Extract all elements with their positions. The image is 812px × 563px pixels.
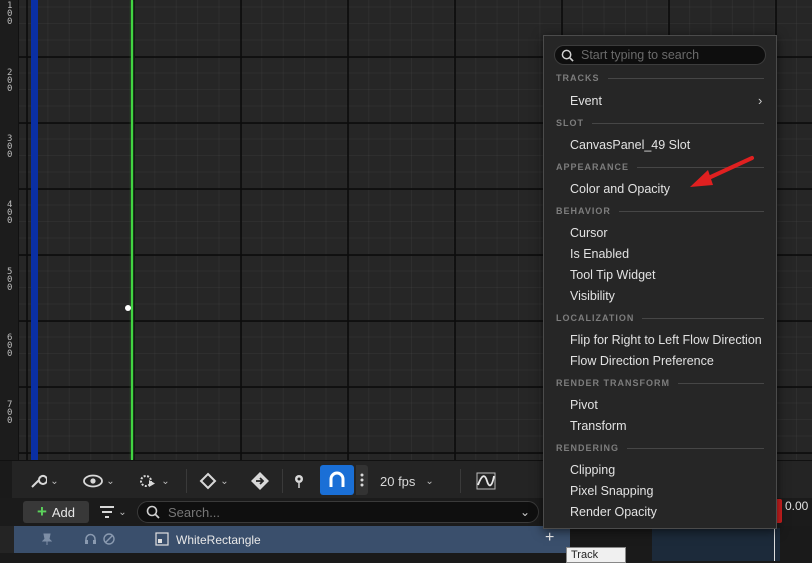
curve-editor-icon[interactable]: [472, 467, 500, 495]
menu-item-cursor[interactable]: Cursor: [570, 226, 608, 240]
key-arrow-icon[interactable]: [246, 467, 274, 495]
add-button-label: Add: [51, 504, 76, 520]
menu-section-behavior: BEHAVIOR: [556, 206, 764, 216]
menu-search-placeholder: Start typing to search: [581, 48, 700, 62]
add-track-menu: Start typing to search TRACKS Event › SL…: [543, 35, 777, 529]
menu-section-render-transform: RENDER TRANSFORM: [556, 378, 764, 388]
curve-key-point[interactable]: [125, 305, 131, 311]
wrench-icon[interactable]: ⌄: [24, 467, 64, 495]
menu-section-slot: SLOT: [556, 118, 764, 128]
headphones-icon[interactable]: [84, 533, 97, 548]
menu-search-input[interactable]: Start typing to search: [554, 45, 766, 65]
current-time: 0.00: [785, 499, 809, 513]
section-title: SLOT: [556, 118, 584, 128]
add-track-key-icon[interactable]: +: [545, 529, 554, 547]
menu-item-color-and-opacity[interactable]: Color and Opacity: [570, 182, 670, 196]
track-name: WhiteRectangle: [176, 533, 261, 547]
menu-section-tracks: TRACKS: [556, 73, 764, 83]
section-title: BEHAVIOR: [556, 206, 611, 216]
menu-item-canvaspanel-slot[interactable]: CanvasPanel_49 Slot: [570, 138, 690, 152]
track-search-input[interactable]: Search... ⌄: [137, 501, 539, 523]
fps-dropdown[interactable]: 20 fps ⌄: [380, 467, 444, 495]
playback-start-line[interactable]: [131, 0, 133, 460]
chevron-right-icon: ›: [758, 93, 763, 108]
section-title: RENDER TRANSFORM: [556, 378, 670, 388]
ruler-tick: 2 0 0: [7, 68, 13, 94]
toolbar-divider: [282, 469, 283, 493]
vertical-ruler: 1 0 0 2 0 0 3 0 0 4 0 0 5 0 0 6 0 0 7 0 …: [0, 0, 19, 460]
ruler-tick: 3 0 0: [7, 134, 13, 160]
disable-icon[interactable]: [103, 533, 115, 548]
ruler-tick: 7 0 0: [7, 400, 13, 426]
widget-icon: [155, 532, 169, 549]
menu-item-pixel-snapping[interactable]: Pixel Snapping: [570, 484, 653, 498]
toolbar-divider: [460, 469, 461, 493]
search-icon: [146, 505, 160, 519]
ruler-tick: 4 0 0: [7, 200, 13, 226]
eye-icon[interactable]: ⌄: [78, 467, 120, 495]
menu-item-flow-direction-preference[interactable]: Flow Direction Preference: [570, 354, 714, 368]
more-icon[interactable]: [356, 465, 368, 495]
search-placeholder: Search...: [168, 504, 221, 520]
menu-item-is-enabled[interactable]: Is Enabled: [570, 247, 629, 261]
menu-item-pivot[interactable]: Pivot: [570, 398, 598, 412]
gear-play-icon[interactable]: ⌄: [134, 467, 174, 495]
section-title: RENDERING: [556, 443, 620, 453]
menu-item-render-opacity[interactable]: Render Opacity: [570, 505, 657, 519]
diamond-key-icon[interactable]: ⌄: [194, 467, 234, 495]
ruler-tick: 5 0 0: [7, 267, 13, 293]
menu-item-clipping[interactable]: Clipping: [570, 463, 615, 477]
pin-track-icon[interactable]: [41, 533, 53, 548]
menu-item-event[interactable]: Event: [570, 94, 602, 108]
filter-icon[interactable]: ⌄: [96, 498, 130, 526]
menu-item-tool-tip-widget[interactable]: Tool Tip Widget: [570, 268, 655, 282]
menu-section-appearance: APPEARANCE: [556, 162, 764, 172]
plus-icon: +: [36, 502, 47, 521]
menu-item-flip-flow-direction[interactable]: Flip for Right to Left Flow Direction: [570, 333, 762, 347]
section-block[interactable]: [652, 528, 780, 561]
menu-item-transform[interactable]: Transform: [570, 419, 627, 433]
menu-section-localization: LOCALIZATION: [556, 313, 764, 323]
add-track-button[interactable]: + Add: [23, 501, 89, 523]
fps-label: 20 fps: [380, 473, 416, 489]
toolbar-divider: [186, 469, 187, 493]
section-title: TRACKS: [556, 73, 600, 83]
chevron-down-icon[interactable]: ⌄: [520, 505, 530, 519]
menu-section-rendering: RENDERING: [556, 443, 764, 453]
track-row-gutter: [0, 526, 14, 553]
section-title: LOCALIZATION: [556, 313, 635, 323]
section-range-bar: [31, 0, 38, 460]
track-row[interactable]: WhiteRectangle +: [14, 526, 570, 553]
section-title: APPEARANCE: [556, 162, 630, 172]
search-icon: [561, 49, 574, 62]
magnet-icon[interactable]: [320, 465, 354, 495]
ruler-tick: 1 0 0: [7, 1, 13, 27]
menu-item-visibility[interactable]: Visibility: [570, 289, 615, 303]
toolbar-edge: [0, 461, 12, 499]
pin-icon[interactable]: [290, 467, 308, 495]
ruler-tick: 6 0 0: [7, 333, 13, 359]
